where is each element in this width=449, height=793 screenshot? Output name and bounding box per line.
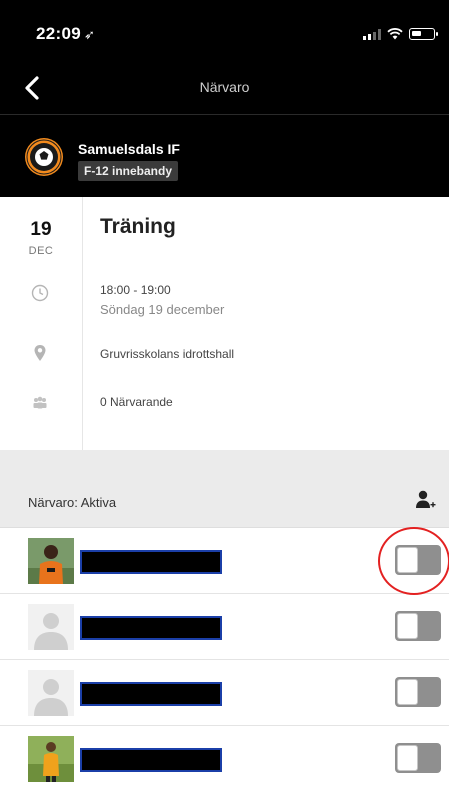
divider [82, 197, 83, 450]
signal-icon [363, 28, 381, 40]
team-logo-icon [25, 138, 63, 176]
attendee-count: 0 Närvarande [100, 395, 173, 409]
location-arrow-icon: ➶ [83, 27, 96, 42]
avatar [28, 736, 74, 782]
attendee-row [0, 726, 449, 793]
event-date: Söndag 19 december [100, 302, 225, 317]
event-day: 19 [30, 219, 52, 240]
attendance-toggle[interactable] [395, 677, 441, 707]
battery-icon [409, 28, 438, 40]
redacted-name [80, 748, 222, 772]
avatar [28, 538, 74, 584]
event-time: 18:00 - 19:00 [100, 283, 171, 297]
avatar-placeholder-icon [28, 604, 74, 650]
attendee-row [0, 528, 449, 594]
attendance-header-label: Närvaro: Aktiva [28, 495, 117, 510]
team-badge: F-12 innebandy [78, 161, 179, 181]
event-title: Träning [100, 215, 176, 238]
attendance-toggle[interactable] [395, 743, 441, 773]
attendee-row [0, 660, 449, 726]
event-details: 19 DEC Träning 18:00 - 19:00 Söndag 19 d… [0, 197, 449, 450]
wifi-icon [387, 28, 403, 40]
location-pin-icon [34, 345, 46, 361]
redacted-name [80, 616, 222, 640]
status-time: 22:09 ➶ [36, 24, 95, 44]
redacted-name [80, 550, 222, 574]
people-icon [33, 396, 47, 409]
attendance-toggle[interactable] [395, 545, 441, 575]
team-name: Samuelsdals IF [78, 141, 180, 157]
team-header: Samuelsdals IF F-12 innebandy [0, 114, 449, 197]
page-title: Närvaro [199, 79, 250, 95]
add-person-icon[interactable] [413, 488, 437, 512]
attendance-header: Närvaro: Aktiva [0, 450, 449, 528]
attendance-toggle[interactable] [395, 611, 441, 641]
redacted-name [80, 682, 222, 706]
status-bar: 22:09 ➶ [0, 0, 449, 62]
event-month: DEC [28, 245, 54, 257]
status-icons [363, 27, 438, 41]
event-location: Gruvrisskolans idrottshall [100, 347, 235, 361]
avatar-placeholder-icon [28, 670, 74, 716]
nav-bar: Närvaro [0, 62, 449, 114]
clock-icon [31, 284, 49, 302]
clock: 22:09 [36, 24, 81, 43]
attendee-row [0, 594, 449, 660]
